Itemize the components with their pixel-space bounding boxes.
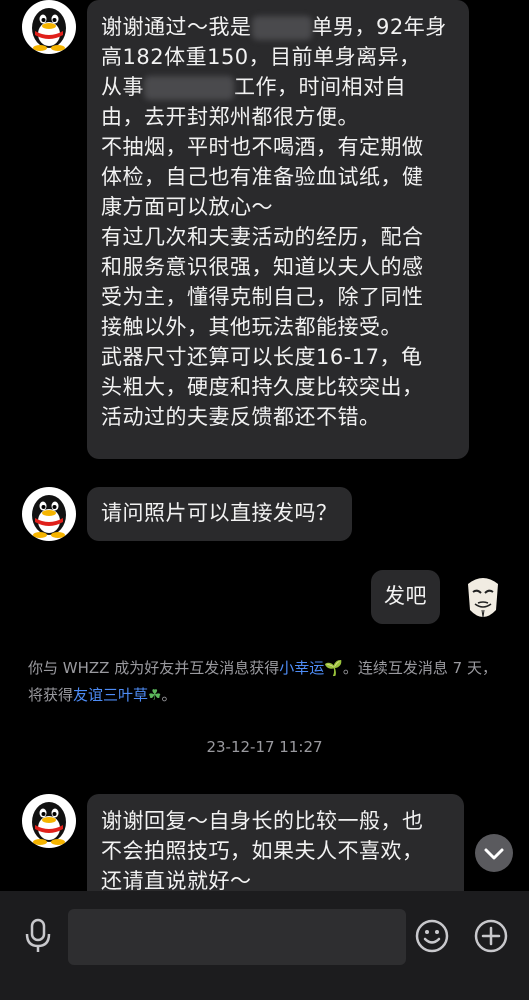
redacted-text [144,76,234,100]
sprout-icon: 🌱 [324,659,343,677]
lucky-link[interactable]: 小幸运 [279,659,324,677]
timestamp: 23-12-17 11:27 [206,738,323,756]
message-bubble-outgoing[interactable]: 发吧 [371,570,440,624]
penguin-icon [32,802,66,845]
contact-avatar[interactable] [22,794,76,848]
emoji-button[interactable] [415,919,449,953]
scroll-to-bottom-button[interactable] [475,834,513,872]
message-bubble-incoming[interactable]: 请问照片可以直接发吗？ [87,487,352,541]
message-bubble-incoming[interactable]: 谢谢通过～我是 单男，92年身 高182体重150，目前单身离异， 从事 工作，时间… [87,0,469,459]
system-notice: 你与 WHZZ 成为好友并互发消息获得小幸运🌱。连续互发消息 7 天，将获得友谊… [28,659,497,704]
smiley-icon [415,919,449,953]
voice-button[interactable] [22,918,54,954]
penguin-icon [32,8,66,51]
more-button[interactable] [474,919,508,953]
message-input[interactable] [68,909,406,965]
chevron-down-icon [484,848,504,860]
penguin-icon [32,495,66,538]
plus-circle-icon [474,919,508,953]
contact-avatar[interactable] [22,487,76,541]
redacted-text [251,16,312,40]
microphone-icon [25,918,51,952]
self-avatar[interactable] [456,570,510,624]
clover-link[interactable]: 友谊三叶草 [73,686,148,704]
mask-icon [468,578,498,618]
contact-avatar[interactable] [22,0,76,54]
clover-icon: ☘ [148,686,162,704]
input-bar [0,891,529,1000]
